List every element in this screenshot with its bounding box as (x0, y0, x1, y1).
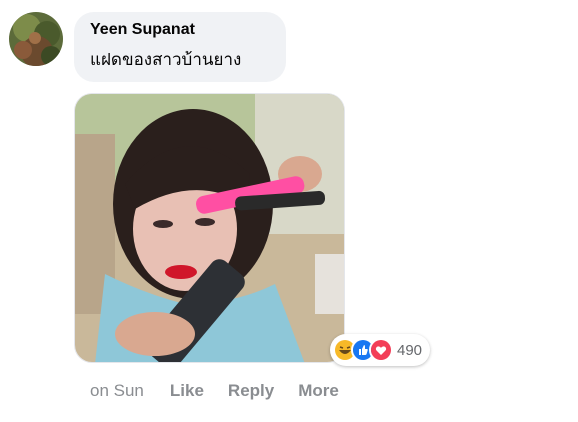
comment-text: แฝดของสาวบ้านยาง (90, 50, 242, 70)
comment-actions: on Sun Like Reply More (90, 381, 363, 401)
more-button[interactable]: More (298, 381, 339, 401)
reaction-count: 490 (397, 341, 423, 359)
comment-attached-photo[interactable] (74, 93, 345, 363)
love-reaction-icon (369, 338, 393, 362)
comment-author-name[interactable]: Yeen Supanat (90, 21, 272, 39)
comment-bubble: Yeen Supanat แฝดของสาวบ้านยาง (74, 12, 286, 82)
author-avatar[interactable] (9, 12, 63, 66)
reply-button[interactable]: Reply (228, 381, 274, 401)
reaction-summary[interactable]: 490 (330, 334, 431, 366)
photo-image (75, 94, 344, 362)
comment-timestamp[interactable]: on Sun (90, 381, 144, 401)
like-button[interactable]: Like (170, 381, 204, 401)
avatar-image (9, 12, 63, 66)
